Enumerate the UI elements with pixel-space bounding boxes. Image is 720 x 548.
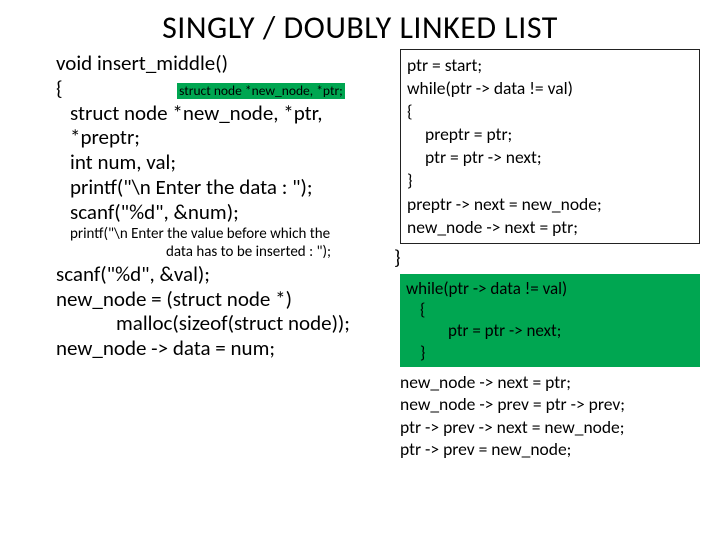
code-line: while(ptr -> data != val) [407,77,693,100]
code-line: data has to be inserted : "); [56,244,396,262]
code-line: while(ptr -> data != val) [406,278,694,299]
brace-open: { [56,75,63,101]
doubly-highlight-box: while(ptr -> data != val) { ptr = ptr ->… [400,274,700,367]
code-line: new_node -> data = num; [56,336,396,361]
code-line: ptr -> prev = new_node; [400,438,700,460]
code-line: { [406,299,694,320]
right-column: ptr = start; while(ptr -> data != val) {… [400,51,700,460]
brace-close: } [394,244,700,270]
slide-title: SINGLY / DOUBLY LINKED LIST [0,8,720,47]
code-line: ptr = start; [407,54,693,77]
code-line: malloc(sizeof(struct node)); [56,311,396,336]
code-line: { struct node *new_node, *ptr; [56,76,396,101]
code-line: } [407,169,693,192]
code-line: printf("\n Enter the data : "); [56,175,396,200]
left-column: void insert_middle() { struct node *new_… [56,51,396,361]
code-line: preptr = ptr; [407,123,693,146]
highlight-struct-decl: struct node *new_node, *ptr; [177,83,345,99]
code-line: } [406,342,694,363]
code-line: printf("\n Enter the value before which … [56,226,396,244]
code-line: ptr -> prev -> next = new_node; [400,416,700,438]
code-line: new_node -> next = ptr; [400,371,700,393]
code-line: new_node -> next = ptr; [407,216,693,239]
trailing-code: new_node -> next = ptr; new_node -> prev… [400,371,700,461]
code-line: ptr = ptr -> next; [407,146,693,169]
code-line: ptr = ptr -> next; [406,320,694,341]
code-line: struct node *new_node, *ptr, *preptr; [56,101,396,151]
code-line: scanf("%d", &val); [56,262,396,287]
code-line: scanf("%d", &num); [56,200,396,225]
code-line: new_node = (struct node *) [56,287,396,312]
code-line: new_node -> prev = ptr -> prev; [400,393,700,415]
singly-code-box: ptr = start; while(ptr -> data != val) {… [400,49,700,244]
code-line: preptr -> next = new_node; [407,193,693,216]
code-line: void insert_middle() [56,51,396,76]
code-line: int num, val; [56,150,396,175]
code-line: { [407,100,693,123]
